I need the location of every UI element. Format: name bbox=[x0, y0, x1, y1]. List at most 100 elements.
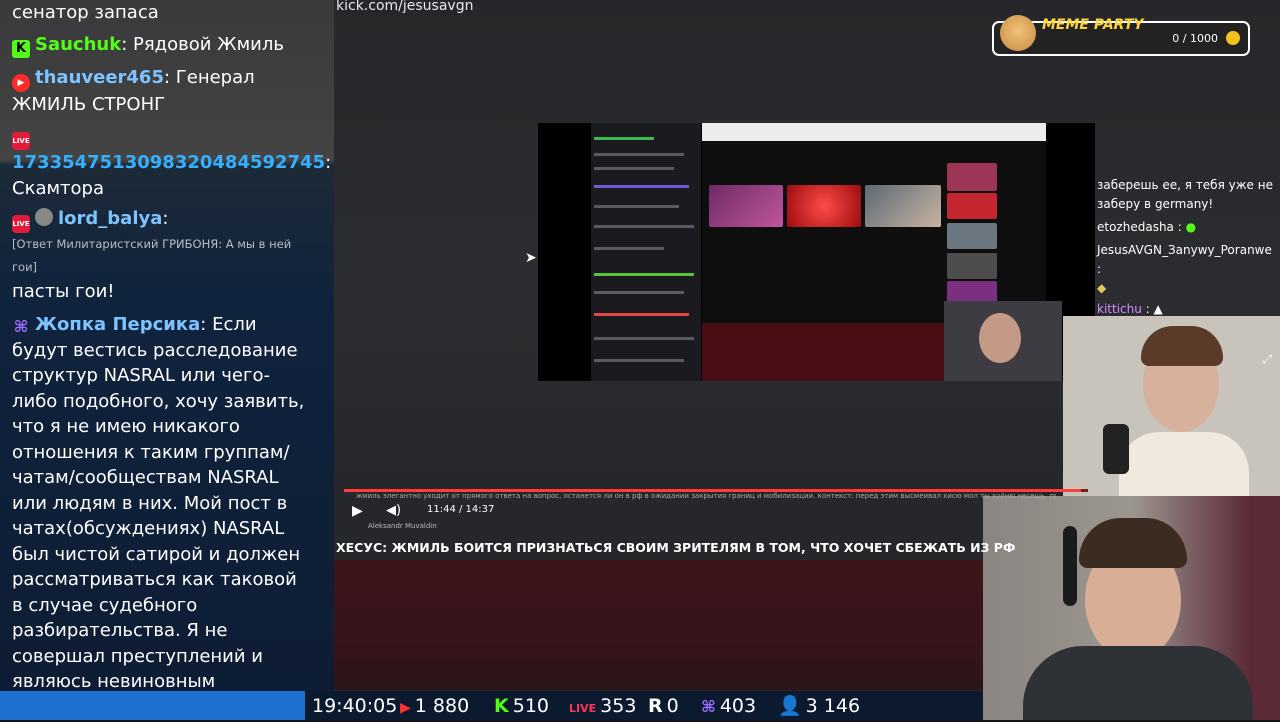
embedded-chat bbox=[591, 123, 701, 381]
channel-url: kick.com/jesusavgn bbox=[336, 0, 474, 14]
embedded-chat-line bbox=[594, 185, 689, 188]
embedded-chat-line bbox=[594, 337, 694, 340]
microphone-shape bbox=[1103, 424, 1129, 474]
stat-twitch-value: 403 bbox=[719, 695, 757, 717]
volume-icon[interactable]: ◀) bbox=[386, 503, 401, 518]
video-time: 11:44 / 14:37 bbox=[427, 504, 495, 515]
video-description: жмиль элегантно уходит от прямого ответа… bbox=[356, 492, 1056, 500]
avatar bbox=[35, 208, 53, 226]
coin-icon bbox=[1226, 31, 1240, 45]
kick-icon: K bbox=[12, 40, 30, 58]
embedded-chat-line bbox=[594, 167, 674, 170]
stat-live-value: 353 bbox=[600, 695, 637, 717]
chat-text: Скамтора bbox=[12, 177, 105, 199]
embedded-chat-line bbox=[594, 359, 684, 362]
embedded-browser-bar bbox=[702, 123, 1046, 141]
overlay-chat-text: заберешь ее, я тебя уже не заберу в germ… bbox=[1097, 178, 1273, 211]
stat-r-value: 0 bbox=[666, 695, 679, 717]
twitch-icon: ⌘ bbox=[701, 697, 716, 716]
chat-message: сенатор запаса bbox=[12, 0, 312, 26]
embedded-chat-line bbox=[594, 137, 654, 140]
embedded-chat-line bbox=[594, 205, 679, 208]
chat-reply-quote: [Ответ Милитаристский ГРИБОНЯ: А мы в не… bbox=[12, 237, 292, 274]
embedded-webcam bbox=[944, 301, 1062, 381]
overlay-chat-text: : bbox=[1177, 220, 1182, 234]
video-thumbnail bbox=[787, 185, 861, 227]
embedded-chat-line bbox=[594, 153, 684, 156]
webcam-host bbox=[983, 496, 1280, 720]
live-icon: LIVE bbox=[12, 132, 30, 150]
video-thumbnail bbox=[947, 253, 997, 279]
r-icon: R bbox=[648, 695, 663, 717]
embedded-screen bbox=[538, 123, 1095, 381]
stat-viewers: 👤 3 146 bbox=[778, 693, 860, 719]
youtube-icon: ▶ bbox=[12, 74, 30, 92]
lower-overlay bbox=[334, 560, 983, 690]
chat-text: Если будут вестись расследование структу… bbox=[12, 314, 305, 718]
video-headline: ХЕСУС: ЖМИЛЬ БОИТСЯ ПРИЗНАТЬСЯ СВОИМ ЗРИ… bbox=[336, 540, 1016, 555]
chat-text: пасты гои! bbox=[12, 281, 115, 302]
chat-message: ▶ thauveer465: Генерал ЖМИЛЬ СТРОНГ bbox=[12, 67, 255, 115]
shirt-shape bbox=[1023, 646, 1253, 720]
chat-message: LIVE 1733547513098320484592745: Скамтора bbox=[12, 123, 331, 201]
stat-kick-value: 510 bbox=[512, 695, 549, 717]
live-icon: LIVE bbox=[569, 702, 597, 715]
video-thumbnail bbox=[947, 223, 997, 249]
emote-icon: ◆ bbox=[1097, 281, 1107, 295]
embedded-chat-line bbox=[594, 313, 689, 316]
hair-shape bbox=[1141, 326, 1223, 366]
video-thumbnail bbox=[947, 281, 997, 303]
embedded-chat-line bbox=[594, 225, 694, 228]
emote-icon: ● bbox=[1185, 220, 1197, 234]
stat-twitch: ⌘ 403 bbox=[701, 693, 756, 720]
cursor-icon: ➤ bbox=[525, 250, 537, 266]
chat-username: 1733547513098320484592745 bbox=[12, 152, 326, 173]
overlay-chat-username: kittichu bbox=[1097, 302, 1142, 316]
meme-party-title: MEME PARTY bbox=[1042, 17, 1144, 33]
chat-message: LIVE lord_balya: [Ответ Милитаристский ГР… bbox=[12, 206, 312, 305]
overlay-chat-text: : bbox=[1145, 302, 1150, 316]
video-thumbnail bbox=[947, 193, 997, 219]
video-thumbnail bbox=[947, 163, 997, 191]
video-thumbnail bbox=[865, 185, 941, 227]
viewers-icon: 👤 bbox=[778, 695, 802, 717]
shirt-shape bbox=[1119, 432, 1249, 496]
stat-youtube: ▶ 1 880 bbox=[400, 693, 469, 721]
overlay-chat: заберешь ее, я тебя уже не заберу в germ… bbox=[1097, 176, 1277, 319]
live-icon: LIVE bbox=[12, 215, 30, 233]
chat-username: lord_balya bbox=[58, 208, 163, 229]
chat-text: сенатор запаса bbox=[12, 2, 159, 23]
play-icon[interactable]: ▶ bbox=[352, 503, 363, 519]
meme-party-widget: MEME PARTY 0 / 1000 bbox=[992, 15, 1250, 56]
chat-panel: сенатор запаса K Sauchuk: Рядовой Жмиль ▶… bbox=[0, 0, 334, 720]
webcam-guest: ⤢ bbox=[1063, 316, 1280, 496]
overlay-chat-line: заберешь ее, я тебя уже не заберу в germ… bbox=[1097, 176, 1277, 214]
kick-icon: K bbox=[494, 695, 509, 717]
doge-icon bbox=[1000, 15, 1036, 51]
meme-party-score: 0 / 1000 bbox=[1172, 32, 1218, 45]
embedded-overlay-bar bbox=[702, 323, 945, 381]
chat-message: K Sauchuk: Рядовой Жмиль bbox=[12, 32, 312, 58]
stat-youtube-value: 1 880 bbox=[414, 695, 470, 717]
chat-text: Рядовой Жмиль bbox=[133, 34, 284, 55]
overlay-chat-text: : bbox=[1097, 262, 1102, 276]
video-thumbnail bbox=[709, 185, 783, 227]
stream-clock: 19:40:05 bbox=[312, 695, 398, 717]
youtube-icon: ▶ bbox=[400, 700, 411, 716]
face-shape bbox=[979, 313, 1021, 363]
stat-kick: K 510 bbox=[494, 693, 549, 719]
twitch-icon: ⌘ bbox=[13, 317, 29, 336]
embedded-chat-line bbox=[594, 291, 684, 294]
chat-message: ⌘ Жопка Персика: Если будут вестись рассл… bbox=[12, 312, 312, 720]
chat-username: thauveer465 bbox=[35, 67, 164, 88]
headphones-shape bbox=[1063, 526, 1077, 606]
embedded-chat-line bbox=[594, 273, 694, 276]
overlay-chat-username: JesusAVGN_Заnywy_Poranwe bbox=[1097, 243, 1272, 257]
emote-icon: ▲ bbox=[1153, 302, 1163, 316]
expand-icon[interactable]: ⤢ bbox=[1262, 352, 1272, 367]
chat-username: Sauchuk bbox=[35, 34, 122, 55]
video-author: Aleksandr Muvaldin bbox=[368, 522, 437, 530]
overlay-chat-username: etozhedasha bbox=[1097, 220, 1174, 234]
chat-username: Жопка Персика bbox=[35, 314, 201, 335]
embedded-chat-line bbox=[594, 247, 664, 250]
